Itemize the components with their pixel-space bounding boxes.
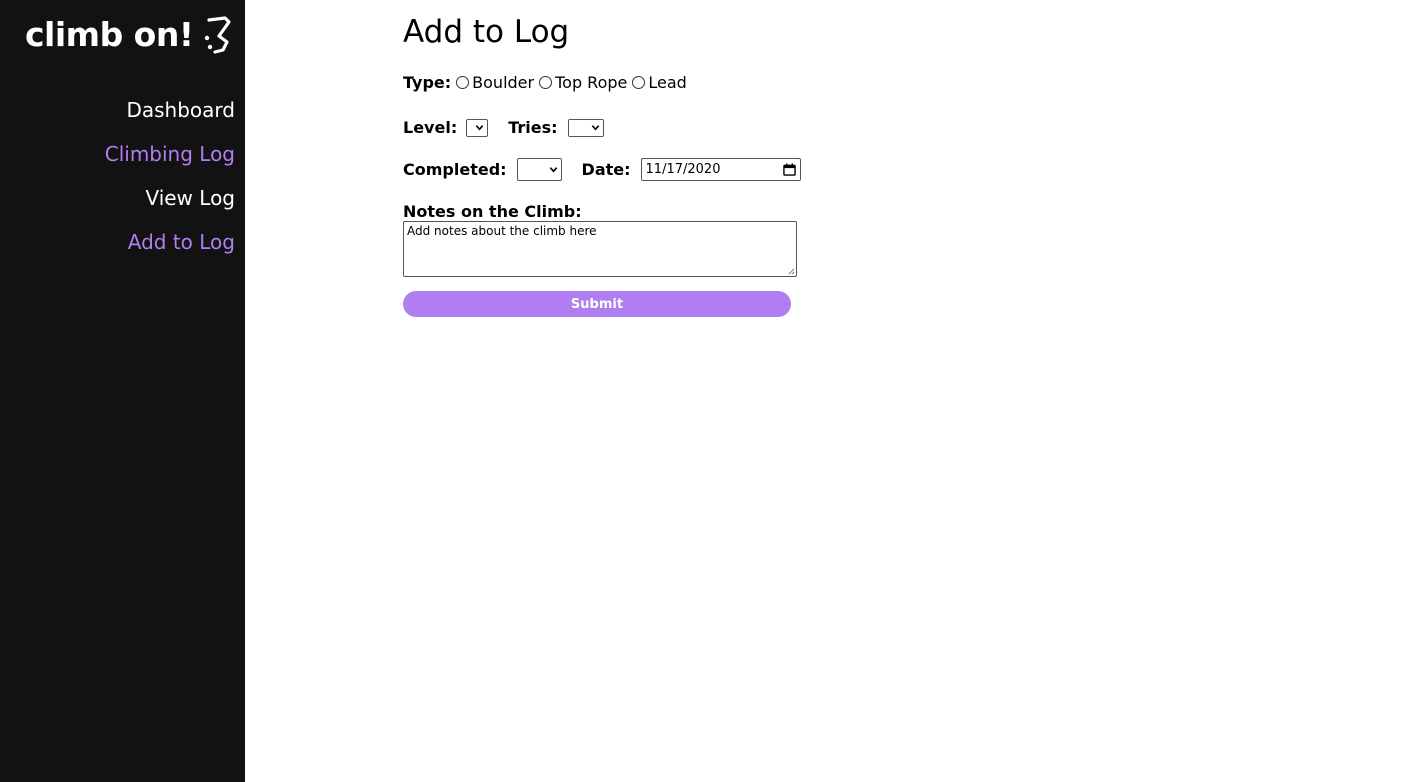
level-select[interactable] bbox=[466, 118, 489, 137]
brand-logo[interactable]: climb on! bbox=[25, 14, 235, 54]
radio-button[interactable] bbox=[456, 76, 470, 89]
completed-date-row: Completed: Date: 11/17/2020 bbox=[403, 158, 801, 181]
nav-item-climbing-log[interactable]: Climbing Log bbox=[105, 132, 235, 176]
nav-item-add-to-log[interactable]: Add to Log bbox=[105, 220, 235, 264]
date-value: 11/17/2020 bbox=[645, 162, 721, 177]
chevron-down-icon bbox=[549, 167, 557, 173]
completed-label: Completed: bbox=[403, 160, 507, 179]
notes-row: Notes on the Climb: bbox=[403, 202, 582, 221]
notes-placeholder: Add notes about the climb here bbox=[407, 224, 597, 238]
type-option-label: Top Rope bbox=[555, 73, 628, 92]
notes-textarea[interactable]: Add notes about the climb here bbox=[403, 221, 797, 277]
sidebar-nav: Dashboard Climbing Log View Log Add to L… bbox=[105, 88, 235, 264]
radio-button[interactable] bbox=[539, 76, 553, 89]
nav-item-view-log[interactable]: View Log bbox=[105, 176, 235, 220]
level-tries-row: Level: Tries: bbox=[403, 118, 604, 137]
completed-select[interactable] bbox=[516, 158, 562, 181]
type-option-label: Lead bbox=[648, 73, 687, 92]
tries-select[interactable] bbox=[567, 118, 604, 137]
page-title: Add to Log bbox=[403, 14, 570, 50]
type-option-label: Boulder bbox=[472, 73, 535, 92]
notes-label: Notes on the Climb: bbox=[403, 202, 582, 221]
type-option-top-rope[interactable]: Top Rope bbox=[534, 73, 627, 92]
chevron-down-icon bbox=[475, 125, 484, 131]
calendar-icon[interactable] bbox=[782, 163, 796, 176]
submit-button[interactable]: Submit bbox=[403, 291, 791, 317]
type-option-lead[interactable]: Lead bbox=[627, 73, 687, 92]
type-label: Type: bbox=[403, 73, 452, 92]
resize-handle-icon[interactable] bbox=[788, 268, 795, 275]
type-row: Type: Boulder Top Rope Lead bbox=[403, 73, 687, 92]
radio-button[interactable] bbox=[632, 76, 646, 89]
date-label: Date: bbox=[581, 160, 631, 179]
chevron-down-icon bbox=[591, 125, 599, 131]
date-input[interactable]: 11/17/2020 bbox=[640, 158, 801, 181]
brand-name: climb on! bbox=[25, 14, 194, 54]
climbing-hold-icon bbox=[205, 16, 232, 54]
nav-item-dashboard[interactable]: Dashboard bbox=[105, 88, 235, 132]
level-label: Level: bbox=[403, 118, 458, 137]
type-option-boulder[interactable]: Boulder bbox=[451, 73, 534, 92]
sidebar: climb on! Dashboard Climbing Log View Lo… bbox=[0, 0, 245, 782]
tries-label: Tries: bbox=[508, 118, 558, 137]
